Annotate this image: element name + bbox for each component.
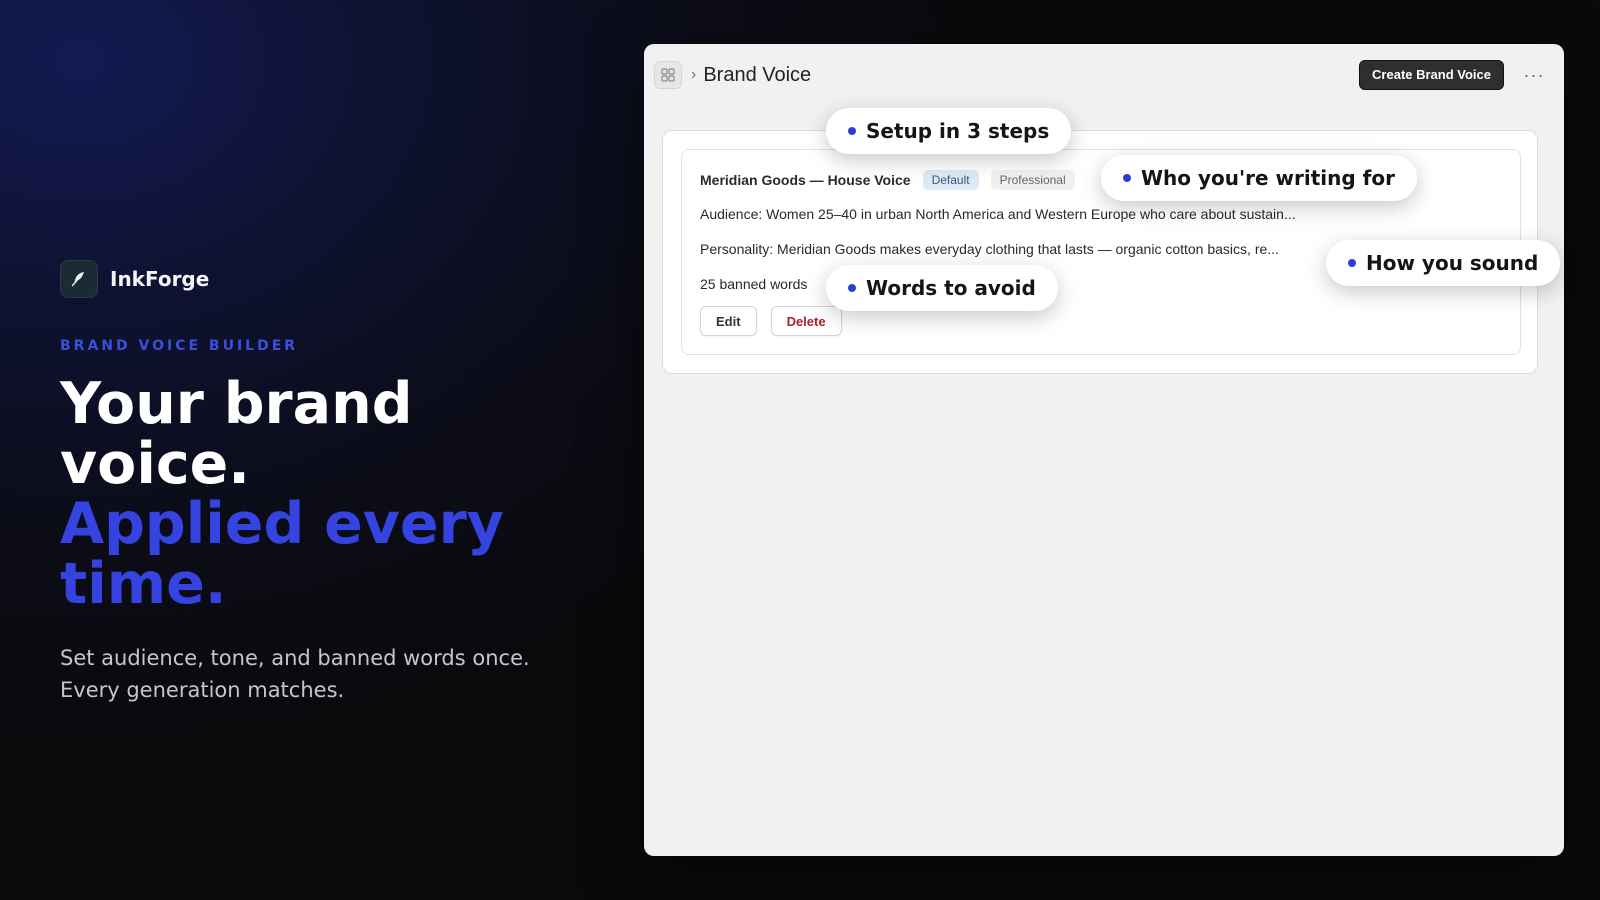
default-badge: Default <box>922 170 979 190</box>
tone-badge: Professional <box>990 170 1075 190</box>
callout-audience-label: Who you're writing for <box>1141 166 1395 190</box>
personality-summary: Personality: Meridian Goods makes everyd… <box>700 241 1279 257</box>
callout-avoid: Words to avoid <box>826 265 1058 311</box>
callout-setup-label: Setup in 3 steps <box>866 119 1050 143</box>
headline-line-2: Applied every time. <box>60 491 504 617</box>
voice-card-header: Meridian Goods — House Voice Default Pro… <box>700 170 1075 190</box>
more-options-icon[interactable]: ··· <box>1522 65 1546 86</box>
bullet-dot-icon <box>1348 259 1356 267</box>
page-title: Brand Voice <box>703 63 812 86</box>
bullet-dot-icon <box>848 284 856 292</box>
callout-avoid-label: Words to avoid <box>866 276 1036 300</box>
hero-section: InkForge BRAND VOICE BUILDER Your brand … <box>60 260 620 706</box>
brand-name: InkForge <box>110 267 210 291</box>
chevron-right-icon: › <box>691 66 697 83</box>
callout-sound: How you sound <box>1326 240 1561 286</box>
create-brand-voice-button[interactable]: Create Brand Voice <box>1359 60 1504 90</box>
feather-icon <box>60 260 98 298</box>
banned-words-count: 25 banned words <box>700 276 808 292</box>
app-topbar: › Brand Voice Create Brand Voice ··· <box>654 58 1546 92</box>
voice-card-actions: Edit Delete <box>700 306 842 336</box>
voice-name: Meridian Goods — House Voice <box>700 172 911 188</box>
brand-logo: InkForge <box>60 260 620 298</box>
edit-button[interactable]: Edit <box>700 306 757 336</box>
callout-audience: Who you're writing for <box>1101 155 1417 201</box>
callout-setup: Setup in 3 steps <box>826 108 1072 154</box>
bullet-dot-icon <box>848 127 856 135</box>
grid-icon[interactable] <box>654 61 682 89</box>
headline-line-1: Your brand voice. <box>60 371 413 497</box>
delete-button[interactable]: Delete <box>770 306 842 336</box>
headline: Your brand voice. Applied every time. <box>60 374 620 614</box>
bullet-dot-icon <box>1123 174 1131 182</box>
eyebrow-label: BRAND VOICE BUILDER <box>60 338 299 354</box>
subcopy: Set audience, tone, and banned words onc… <box>60 646 530 702</box>
callout-sound-label: How you sound <box>1366 251 1539 275</box>
audience-summary: Audience: Women 25–40 in urban North Ame… <box>700 206 1296 222</box>
